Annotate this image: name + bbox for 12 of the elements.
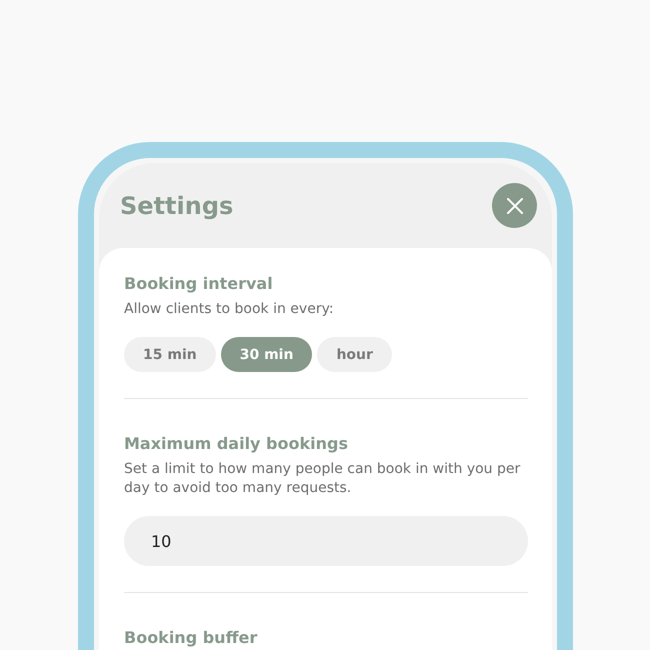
settings-title: Settings [120,192,234,220]
close-button[interactable] [492,183,537,228]
section-title: Booking buffer [124,628,258,647]
close-icon [506,196,524,214]
section-title: Maximum daily bookings [124,434,349,453]
interval-option[interactable]: 15 min [124,337,216,372]
section-title: Booking interval [124,274,274,293]
interval-option[interactable]: hour [317,337,392,372]
input-field[interactable]: 10 [124,516,528,566]
section-description: Set a limit to how many people can book in with you per day to avoid too many requests. [124,460,522,498]
interval-option[interactable]: 30 min [220,337,312,372]
section-description: Allow clients to book in every: [124,300,335,319]
